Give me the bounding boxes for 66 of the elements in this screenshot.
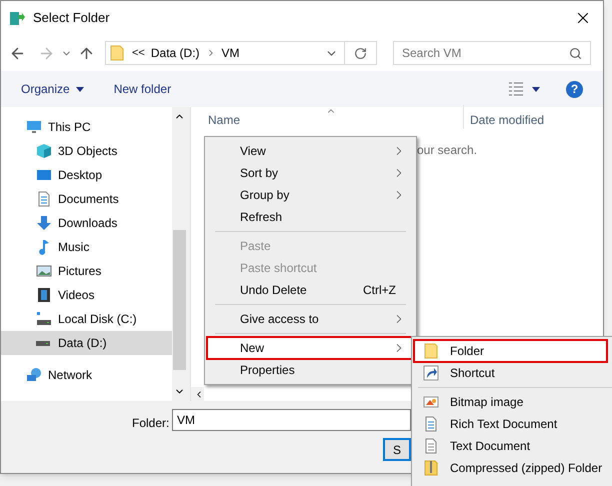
landscape-icon bbox=[36, 263, 52, 279]
menu-item[interactable]: Group by bbox=[207, 184, 414, 206]
search-icon bbox=[569, 46, 582, 60]
folder-label: Folder: bbox=[132, 415, 170, 432]
menu-item[interactable]: Text Document bbox=[414, 435, 607, 457]
menu-item[interactable]: Rich Text Document bbox=[414, 413, 607, 435]
nav-item[interactable]: Downloads bbox=[1, 211, 172, 235]
organize-button[interactable]: Organize bbox=[21, 80, 84, 98]
computer-icon bbox=[26, 119, 42, 135]
dropdown-triangle-icon bbox=[76, 86, 84, 92]
menu-item[interactable]: Properties bbox=[207, 359, 414, 381]
nav-item[interactable]: This PC bbox=[1, 115, 172, 139]
folder-icon bbox=[110, 45, 124, 61]
nav-item[interactable]: Videos bbox=[1, 283, 172, 307]
network-icon bbox=[26, 367, 42, 383]
window-title: Select Folder bbox=[33, 9, 110, 28]
menu-item[interactable]: Bitmap image bbox=[414, 391, 607, 413]
menu-item[interactable]: New bbox=[207, 337, 414, 359]
search-field[interactable]: Search VM bbox=[393, 41, 591, 65]
scroll-thumb[interactable] bbox=[172, 230, 186, 370]
nav-item[interactable]: Network bbox=[1, 363, 172, 387]
nav-item[interactable]: 3D Objects bbox=[1, 139, 172, 163]
dropdown-triangle-icon bbox=[532, 86, 540, 92]
menu-item[interactable]: Compressed (zipped) Folder bbox=[414, 457, 607, 479]
overflow-chevrons[interactable]: << bbox=[132, 44, 145, 62]
menu-item[interactable]: View bbox=[207, 140, 414, 162]
nav-item[interactable]: Documents bbox=[1, 187, 172, 211]
select-folder-button[interactable]: S bbox=[383, 438, 411, 461]
image-icon bbox=[423, 394, 439, 410]
nav-item[interactable]: Music bbox=[1, 235, 172, 259]
document-icon bbox=[36, 191, 52, 207]
nav-item[interactable]: Pictures bbox=[1, 259, 172, 283]
address-bar[interactable]: << Data (D:) VM bbox=[105, 41, 377, 65]
drive-icon bbox=[36, 311, 52, 327]
film-icon bbox=[36, 287, 52, 303]
refresh-icon bbox=[354, 46, 367, 60]
menu-item[interactable]: Folder bbox=[414, 340, 607, 362]
breadcrumb[interactable]: VM bbox=[222, 44, 240, 62]
monitor-icon bbox=[36, 167, 52, 183]
view-options-button[interactable] bbox=[508, 82, 540, 96]
zipped-folder-icon bbox=[423, 460, 439, 476]
help-button[interactable]: ? bbox=[566, 80, 583, 98]
folder-name-field[interactable]: VM bbox=[172, 409, 411, 431]
new-folder-button[interactable]: New folder bbox=[114, 80, 172, 98]
breadcrumb[interactable]: Data (D:) bbox=[150, 44, 200, 62]
drive-icon bbox=[36, 340, 50, 346]
column-header[interactable]: Name bbox=[191, 111, 463, 129]
menu-item[interactable]: Refresh bbox=[207, 206, 414, 228]
search-input[interactable]: Search VM bbox=[402, 44, 569, 62]
folder-icon bbox=[423, 343, 439, 359]
down-arrow-icon bbox=[36, 215, 52, 231]
menu-item[interactable]: Give access to bbox=[207, 308, 414, 330]
document-icon bbox=[423, 438, 439, 454]
menu-item[interactable]: Sort by bbox=[207, 162, 414, 184]
empty-message: our search. bbox=[417, 142, 478, 159]
app-icon bbox=[9, 10, 25, 26]
menu-item[interactable]: Shortcut bbox=[414, 362, 607, 384]
document-icon bbox=[423, 416, 439, 432]
shortcut-text: Ctrl+Z bbox=[363, 282, 396, 299]
nav-item[interactable]: Data (D:) bbox=[1, 331, 172, 355]
menu-item[interactable]: Undo Delete Ctrl+Z bbox=[207, 279, 414, 301]
nav-item[interactable]: Desktop bbox=[1, 163, 172, 187]
horizontal-scrollbar[interactable] bbox=[191, 387, 204, 401]
column-header[interactable]: Date modified bbox=[464, 111, 544, 129]
cube-icon bbox=[36, 143, 52, 159]
nav-item[interactable]: Local Disk (C:) bbox=[1, 307, 172, 331]
